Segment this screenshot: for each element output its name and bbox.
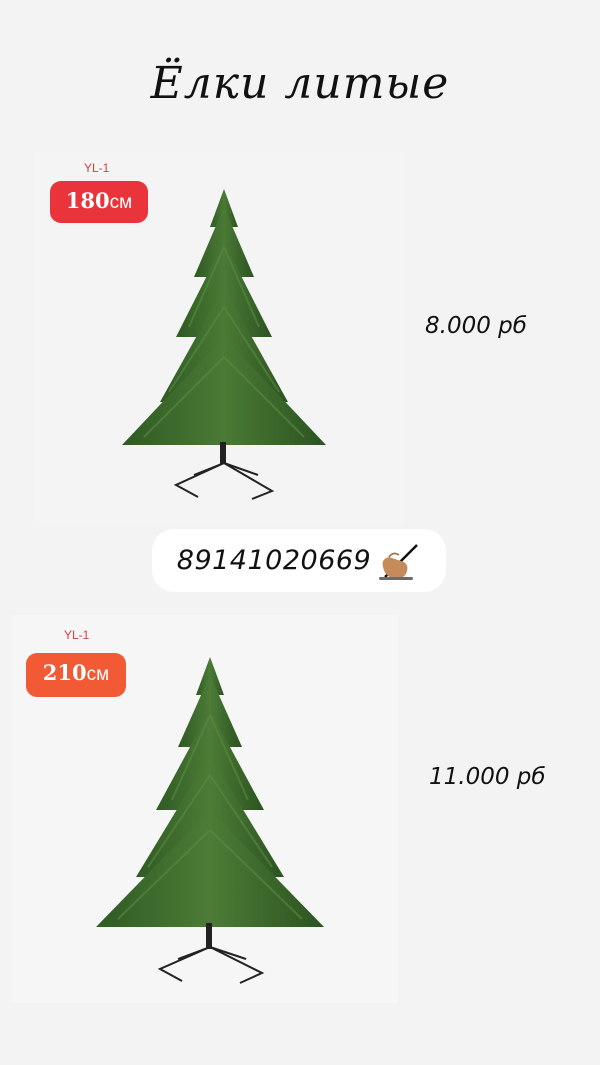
phone-number[interactable]: 89141020669 — [177, 545, 371, 576]
height-value: 180 — [65, 188, 110, 213]
page-title: Ёлки литые — [150, 58, 450, 109]
height-value: 210 — [42, 660, 87, 685]
model-label: YL-1 — [64, 628, 90, 642]
price-label: 8.000 рб — [425, 313, 527, 339]
price-label: 11.000 рб — [429, 764, 546, 790]
model-label: YL-1 — [84, 161, 110, 175]
phone-contact[interactable]: 89141020669 — [152, 529, 446, 592]
christmas-tree-image — [96, 657, 324, 984]
writing-hand-icon — [379, 543, 419, 580]
product-card[interactable]: YL-1 180см — [34, 153, 404, 525]
product-card[interactable]: YL-1 210см — [12, 615, 398, 1003]
christmas-tree-image — [122, 189, 326, 500]
